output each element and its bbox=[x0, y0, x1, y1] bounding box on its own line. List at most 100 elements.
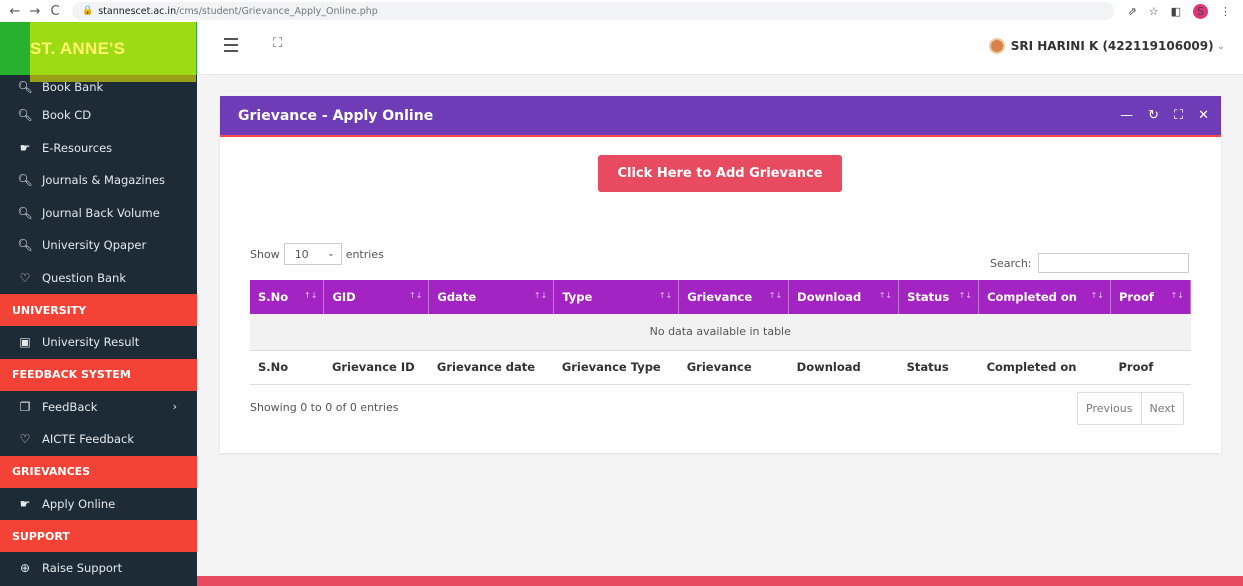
fullscreen-icon[interactable]: ⛶ bbox=[273, 36, 282, 51]
footer-cell: Grievance ID bbox=[323, 350, 429, 385]
sidebar-item-question-bank[interactable]: ♡ Question Bank bbox=[0, 262, 197, 295]
empty-message: No data available in table bbox=[250, 314, 1191, 351]
user-name: SRI HARINI K (422119106009) bbox=[1010, 39, 1214, 53]
column-header[interactable]: Proof ↑↓ bbox=[1110, 280, 1192, 314]
forward-icon[interactable]: → bbox=[26, 4, 44, 19]
add-grievance-button[interactable]: Click Here to Add Grievance bbox=[598, 155, 842, 192]
user-avatar bbox=[988, 38, 1005, 54]
search-icon: 🔍︎ bbox=[17, 173, 33, 188]
hamburger-menu-icon[interactable] bbox=[224, 38, 238, 56]
sidebar-item-journals[interactable]: 🔍︎ Journals & Magazines bbox=[0, 164, 197, 197]
bulb-icon: ♡ bbox=[19, 270, 31, 285]
previous-button[interactable]: Previous bbox=[1078, 393, 1141, 424]
top-header: ⛶ SRI HARINI K (422119106009) ⌄ bbox=[197, 22, 1243, 75]
sidebar-item-university-result[interactable]: ▣ University Result bbox=[0, 326, 197, 359]
entries-select[interactable]: 10 ⌄ bbox=[283, 243, 342, 265]
sidebar-item-journal-back-volume[interactable]: 🔍︎ Journal Back Volume bbox=[0, 197, 197, 230]
section-grievances: GRIEVANCES bbox=[0, 455, 197, 488]
column-header[interactable]: Type ↑↓ bbox=[553, 280, 680, 314]
close-icon[interactable]: ✕ bbox=[1198, 108, 1209, 123]
lock-icon: 🔒 bbox=[82, 6, 94, 16]
refresh-icon[interactable]: ↻ bbox=[1148, 108, 1159, 123]
table-footer-row: S.No Grievance ID Grievance date Grievan… bbox=[250, 350, 1191, 385]
search-input[interactable] bbox=[1037, 253, 1189, 273]
building-icon: ▣ bbox=[19, 335, 31, 350]
sidepanel-icon[interactable]: ◧ bbox=[1171, 5, 1181, 18]
pagination: Previous Next bbox=[1077, 392, 1185, 425]
sidebar-item-label: University Qpaper bbox=[42, 238, 147, 253]
footer-cell: Grievance Type bbox=[553, 350, 679, 385]
brand-name: ST. ANNE'S bbox=[30, 38, 126, 58]
sidebar-item-label: FeedBack bbox=[42, 399, 98, 414]
footer-cell: Status bbox=[898, 350, 979, 385]
table-info: Showing 0 to 0 of 0 entries bbox=[250, 401, 399, 414]
sidebar-item-book-cd[interactable]: 🔍︎ Book CD bbox=[0, 99, 197, 132]
sidebar-item-label: Book Bank bbox=[42, 80, 104, 94]
sidebar-item-aicte-feedback[interactable]: ♡ AICTE Feedback bbox=[0, 423, 197, 456]
column-header[interactable]: S.No ↑↓ bbox=[250, 280, 325, 314]
sidebar-item-raise-support[interactable]: ⊕ Raise Support bbox=[0, 552, 197, 585]
hand-icon: ☛ bbox=[19, 496, 31, 511]
grievance-table: S.No ↑↓ GID ↑↓ Gdate ↑↓ Type ↑↓ Grievance ↑↓ … bbox=[250, 280, 1192, 385]
reload-icon[interactable]: C bbox=[46, 4, 64, 19]
sidebar-item-apply-online[interactable]: ☛ Apply Online bbox=[0, 488, 197, 521]
column-header[interactable]: GID ↑↓ bbox=[323, 280, 430, 314]
search-icon: 🔍︎ bbox=[17, 108, 33, 123]
column-header[interactable]: Completed on ↑↓ bbox=[978, 280, 1111, 314]
brand[interactable]: ST. ANNE'S bbox=[0, 22, 197, 82]
table-header-row: S.No ↑↓ GID ↑↓ Gdate ↑↓ Type ↑↓ Grievance ↑↓ … bbox=[250, 280, 1192, 314]
sidebar-item-label: Question Bank bbox=[42, 270, 126, 285]
expand-icon[interactable]: ⛶ bbox=[1174, 108, 1183, 123]
back-icon[interactable]: ← bbox=[6, 4, 24, 19]
profile-avatar[interactable]: S bbox=[1193, 3, 1208, 19]
entries-value: 10 bbox=[294, 247, 309, 261]
chevron-down-icon: ⌄ bbox=[1216, 40, 1225, 52]
copy-icon: ❐ bbox=[19, 399, 31, 414]
chevron-down-icon: ⌄ bbox=[327, 249, 335, 259]
column-header[interactable]: Download ↑↓ bbox=[788, 280, 900, 314]
hand-icon: ☛ bbox=[19, 140, 31, 155]
browser-toolbar: ← → C 🔒 stannescet.ac.in/cms/student/Gri… bbox=[0, 0, 1243, 22]
card-header: Grievance - Apply Online — ↻ ⛶ ✕ bbox=[220, 96, 1221, 137]
table-row: No data available in table bbox=[250, 314, 1191, 351]
star-icon[interactable]: ☆ bbox=[1149, 5, 1159, 18]
minimize-icon[interactable]: — bbox=[1120, 108, 1133, 123]
column-header[interactable]: Grievance ↑↓ bbox=[678, 280, 790, 314]
url-domain: stannescet.ac.in bbox=[98, 5, 177, 17]
footer-cell: S.No bbox=[250, 350, 324, 385]
chevron-right-icon: › bbox=[172, 400, 177, 414]
sidebar-item-label: Raise Support bbox=[42, 561, 123, 576]
address-bar[interactable]: 🔒 stannescet.ac.in/cms/student/Grievance… bbox=[72, 2, 1114, 20]
entries-control: Show 10 ⌄ entries bbox=[250, 243, 384, 265]
sidebar-item-label: Journal Back Volume bbox=[42, 205, 160, 220]
column-header[interactable]: Status ↑↓ bbox=[898, 280, 980, 314]
search-label: Search: bbox=[990, 256, 1032, 270]
footer-cell: Grievance date bbox=[428, 350, 554, 385]
sidebar-item-label: E-Resources bbox=[42, 140, 113, 155]
sidebar-item-university-qpaper[interactable]: 🔍︎ University Qpaper bbox=[0, 229, 197, 262]
url-path: /cms/student/Grievance_Apply_Online.php bbox=[176, 5, 378, 17]
user-menu[interactable]: SRI HARINI K (422119106009) ⌄ bbox=[988, 38, 1225, 54]
sidebar-item-label: Journals & Magazines bbox=[42, 173, 165, 188]
sidebar: ST. ANNE'S 🔍︎ Book Bank 🔍︎ Book CD ☛ E-Reso… bbox=[0, 22, 197, 586]
lifebuoy-icon: ⊕ bbox=[19, 561, 31, 576]
footer-cell: Proof bbox=[1110, 350, 1191, 385]
footer-cell: Download bbox=[788, 350, 899, 385]
grievance-card: Grievance - Apply Online — ↻ ⛶ ✕ Click H… bbox=[220, 96, 1221, 453]
sidebar-item-feedback[interactable]: ❐ FeedBack › bbox=[0, 391, 197, 424]
section-university: UNIVERSITY bbox=[0, 294, 197, 326]
search-icon: 🔍︎ bbox=[17, 205, 33, 220]
menu-kebab-icon[interactable]: ⋮ bbox=[1220, 5, 1231, 18]
next-button[interactable]: Next bbox=[1140, 393, 1184, 424]
sidebar-item-label: University Result bbox=[42, 335, 140, 350]
column-header[interactable]: Gdate ↑↓ bbox=[428, 280, 555, 314]
entries-label: entries bbox=[345, 247, 384, 261]
search-icon: 🔍︎ bbox=[17, 238, 33, 253]
sidebar-item-e-resources[interactable]: ☛ E-Resources bbox=[0, 132, 197, 165]
bulb-icon: ♡ bbox=[19, 432, 31, 447]
section-feedback: FEEDBACK SYSTEM bbox=[0, 358, 197, 391]
search-control: Search: bbox=[990, 253, 1189, 273]
section-support: SUPPORT bbox=[0, 520, 197, 552]
footer-cell: Completed on bbox=[978, 350, 1111, 385]
share-icon[interactable]: ⇗ bbox=[1128, 5, 1137, 18]
